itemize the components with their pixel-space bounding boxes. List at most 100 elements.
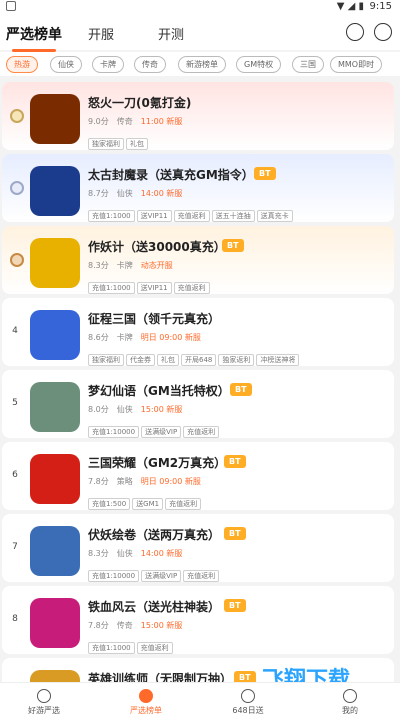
game-meta: 8.6分 卡牌 明日 09:00 新服 <box>88 332 201 343</box>
game-tags: 独家福利 代金券 礼包 开局648 独家返利 冲榜送神将 <box>88 347 301 366</box>
chip-xianxia[interactable]: 仙侠 <box>50 56 82 73</box>
game-card[interactable]: 7 伏妖绘卷（送两万真充） BT 8.3分 仙侠 14:00 新服 充值1:1000… <box>2 514 394 582</box>
bt-badge: BT <box>254 167 276 180</box>
game-open-time: 15:00 新服 <box>140 405 183 414</box>
game-tags: 充值1:1000 送VIP11 充值返利 送五十连抽 送真充卡 <box>88 203 295 222</box>
game-genre: 传奇 <box>116 621 133 630</box>
user-icon <box>343 689 357 703</box>
tag: 充值1:10000 <box>88 426 140 438</box>
tab-label: 我的 <box>342 706 358 715</box>
tag: 充值返利 <box>165 498 202 510</box>
tag: 送满级VIP <box>141 426 182 438</box>
game-card[interactable]: 4 征程三国（领千元真充） 8.6分 卡牌 明日 09:00 新服 独家福利 代金券礼… <box>2 298 394 366</box>
game-score: 8.0分 <box>88 405 109 414</box>
tag: 独家返利 <box>218 354 255 366</box>
game-meta: 8.3分 卡牌 动态开服 <box>88 260 173 271</box>
game-genre: 卡牌 <box>116 333 133 342</box>
chip-three-kingdoms[interactable]: 三国 <box>292 56 324 73</box>
game-card[interactable]: 5 梦幻仙语（GM当托特权） BT 8.0分 仙侠 15:00 新服 充值1:100… <box>2 370 394 438</box>
tag: 充值返利 <box>136 642 173 654</box>
search-icon[interactable] <box>374 23 392 41</box>
bt-badge: BT <box>224 599 246 612</box>
tab-ranking[interactable]: 严选榜单 <box>116 689 176 716</box>
tag: 送VIP11 <box>136 282 172 294</box>
top-nav: 严选榜单 开服 开测 <box>0 14 400 52</box>
tab-daily-648[interactable]: 648日送 <box>218 689 278 716</box>
game-card[interactable]: 6 三国荣耀（GM2万真充） BT 7.8分 策略 明日 09:00 新服 充值1:… <box>2 442 394 510</box>
game-title: 梦幻仙语（GM当托特权） <box>88 384 230 398</box>
tab-label: 648日送 <box>232 706 264 715</box>
game-open-time: 14:00 新服 <box>140 189 183 198</box>
chip-gm[interactable]: GM特权 <box>236 56 282 73</box>
game-score: 7.8分 <box>88 477 109 486</box>
chip-card[interactable]: 卡牌 <box>92 56 124 73</box>
bottom-tab-bar: 好游严选 严选榜单 648日送 我的 <box>0 682 400 716</box>
bt-badge: BT <box>224 455 246 468</box>
game-genre: 仙侠 <box>116 549 133 558</box>
game-genre: 仙侠 <box>116 189 133 198</box>
game-title: 作妖计（送30000真充） <box>88 240 226 254</box>
rank-number: 6 <box>12 470 18 480</box>
tag: 送真充卡 <box>256 210 293 222</box>
tag: 送满级VIP <box>141 570 182 582</box>
tab-label: 好游严选 <box>28 706 60 715</box>
game-thumbnail <box>30 454 80 504</box>
game-thumbnail <box>30 238 80 288</box>
game-score: 7.8分 <box>88 621 109 630</box>
rank-number: 8 <box>12 614 18 624</box>
game-meta: 9.0分 传奇 11:00 新服 <box>88 116 182 127</box>
download-icon[interactable] <box>346 23 364 41</box>
game-title: 英雄训练师（无限制万抽） <box>88 672 233 682</box>
money-bag-icon <box>241 689 255 703</box>
category-chips: 热游 仙侠 卡牌 传奇 新游榜单 GM特权 三国 MMO即时 <box>0 52 400 76</box>
game-score: 8.6分 <box>88 333 109 342</box>
game-open-time: 明日 09:00 新服 <box>140 333 201 342</box>
ball-icon <box>139 689 153 703</box>
game-genre: 卡牌 <box>116 261 133 270</box>
gold-medal-icon <box>10 109 24 123</box>
game-open-time: 15:00 新服 <box>140 621 183 630</box>
tab-home[interactable]: 好游严选 <box>14 689 74 716</box>
tag: 充值1:10000 <box>88 570 140 582</box>
chip-mmo[interactable]: MMO即时 <box>330 56 383 73</box>
tag: 充值返利 <box>183 570 220 582</box>
bt-badge: BT <box>224 527 246 540</box>
game-thumbnail <box>30 382 80 432</box>
chip-new-games[interactable]: 新游榜单 <box>178 56 226 73</box>
game-card[interactable]: 作妖计（送30000真充） BT 8.3分 卡牌 动态开服 充值1:1000 送VIP… <box>2 226 394 294</box>
status-bar: ▼ ◢ ▮ 9:15 <box>0 0 400 14</box>
bt-badge: BT <box>234 671 256 682</box>
tag: 充值1:1000 <box>88 210 135 222</box>
game-tags: 充值1:1000 送VIP11 充值返利 <box>88 275 212 294</box>
tag: 充值返利 <box>183 426 220 438</box>
tag: 送VIP11 <box>136 210 172 222</box>
game-score: 8.3分 <box>88 261 109 270</box>
game-card[interactable]: 怒火一刀(0氪打金) 9.0分 传奇 11:00 新服 独家福利 礼包 <box>2 82 394 150</box>
game-tags: 充值1:500 送GM1 充值返利 <box>88 491 203 510</box>
game-genre: 策略 <box>116 477 133 486</box>
game-card[interactable]: 8 铁血风云（送光柱神装） BT 7.8分 传奇 15:00 新服 充值1:1000… <box>2 586 394 654</box>
rank-number: 4 <box>12 326 18 336</box>
game-list: 怒火一刀(0氪打金) 9.0分 传奇 11:00 新服 独家福利 礼包 太古封魔录（送… <box>0 78 400 682</box>
game-tags: 充值1:10000 送满级VIP 充值返利 <box>88 563 221 582</box>
tag: 送GM1 <box>132 498 164 510</box>
tag: 充值1:500 <box>88 498 131 510</box>
tab-beta-test[interactable]: 开测 <box>158 24 184 43</box>
game-card[interactable]: 太古封魔录（送真充GM指令） BT 8.7分 仙侠 14:00 新服 充值1:100… <box>2 154 394 222</box>
bt-badge: BT <box>230 383 252 396</box>
tab-me[interactable]: 我的 <box>320 689 380 716</box>
tab-server-open[interactable]: 开服 <box>88 24 114 43</box>
tag: 礼包 <box>126 138 148 150</box>
bronze-medal-icon <box>10 253 24 267</box>
chip-legend[interactable]: 传奇 <box>134 56 166 73</box>
game-thumbnail <box>30 310 80 360</box>
game-title: 征程三国（领千元真充） <box>88 312 221 326</box>
game-title: 伏妖绘卷（送两万真充） <box>88 528 221 542</box>
tab-selected-ranking[interactable]: 严选榜单 <box>6 24 62 52</box>
tag: 礼包 <box>157 354 179 366</box>
game-open-time: 14:00 新服 <box>140 549 183 558</box>
status-icons: ▼ ◢ ▮ <box>336 1 364 12</box>
chip-hot[interactable]: 热游 <box>6 56 38 73</box>
game-open-time: 动态开服 <box>140 261 173 270</box>
tag: 代金券 <box>126 354 155 366</box>
